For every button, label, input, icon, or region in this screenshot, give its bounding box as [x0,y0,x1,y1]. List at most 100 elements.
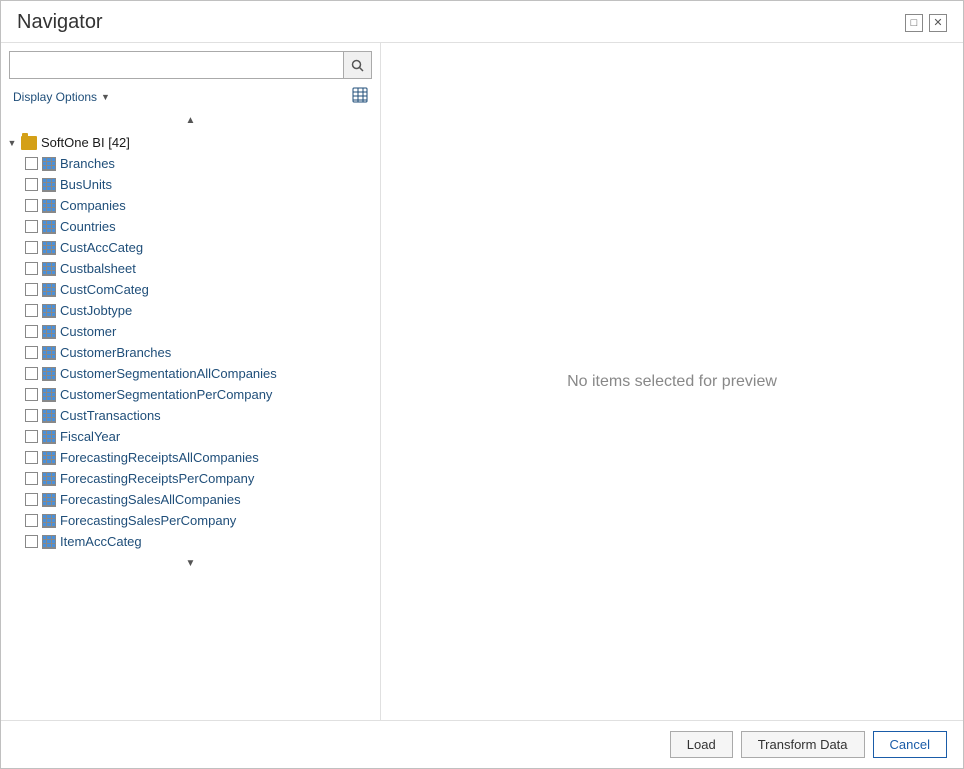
item-label: BusUnits [60,177,112,192]
table-icon [42,535,56,549]
list-item[interactable]: CustJobtype [1,300,380,321]
item-label: FiscalYear [60,429,120,444]
table-icon [42,199,56,213]
search-input[interactable] [10,54,343,77]
list-item[interactable]: CustomerBranches [1,342,380,363]
item-label: CustomerBranches [60,345,171,360]
item-checkbox[interactable] [25,451,38,464]
transform-data-button[interactable]: Transform Data [741,731,865,758]
table-icon [42,409,56,423]
item-label: ForecastingReceiptsAllCompanies [60,450,259,465]
list-item[interactable]: Branches [1,153,380,174]
list-item[interactable]: Custbalsheet [1,258,380,279]
table-icon [42,283,56,297]
display-options-label: Display Options [13,90,97,104]
item-checkbox[interactable] [25,304,38,317]
item-checkbox[interactable] [25,493,38,506]
navigator-dialog: Navigator □ ✕ Display Option [0,0,964,769]
item-checkbox[interactable] [25,220,38,233]
item-checkbox[interactable] [25,157,38,170]
item-checkbox[interactable] [25,388,38,401]
no-preview-text: No items selected for preview [567,373,777,391]
title-bar-controls: □ ✕ [905,14,947,32]
list-item[interactable]: ForecastingReceiptsPerCompany [1,468,380,489]
item-checkbox[interactable] [25,283,38,296]
list-item[interactable]: BusUnits [1,174,380,195]
item-checkbox[interactable] [25,514,38,527]
item-label: CustomerSegmentationAllCompanies [60,366,277,381]
list-item[interactable]: Customer [1,321,380,342]
title-bar: Navigator □ ✕ [1,1,963,42]
footer: Load Transform Data Cancel [1,720,963,768]
dropdown-arrow-icon: ▼ [101,92,110,102]
list-item[interactable]: ItemAccCateg [1,531,380,552]
maximize-button[interactable]: □ [905,14,923,32]
scroll-up-arrow[interactable]: ▲ [1,113,380,128]
table-icon [42,388,56,402]
item-label: CustTransactions [60,408,161,423]
list-item[interactable]: FiscalYear [1,426,380,447]
table-icon [42,430,56,444]
folder-icon [21,136,37,150]
item-checkbox[interactable] [25,346,38,359]
item-label: Custbalsheet [60,261,136,276]
table-icon [42,241,56,255]
list-item[interactable]: Companies [1,195,380,216]
item-checkbox[interactable] [25,178,38,191]
scroll-down-arrow[interactable]: ▼ [1,556,380,571]
dialog-title: Navigator [17,11,103,34]
table-icon [42,493,56,507]
item-label: Companies [60,198,126,213]
list-item[interactable]: ForecastingReceiptsAllCompanies [1,447,380,468]
item-checkbox[interactable] [25,367,38,380]
item-label: ForecastingReceiptsPerCompany [60,471,254,486]
list-item[interactable]: ForecastingSalesPerCompany [1,510,380,531]
item-checkbox[interactable] [25,472,38,485]
item-label: Customer [60,324,116,339]
search-bar [9,51,372,79]
item-label: CustAccCateg [60,240,143,255]
list-item[interactable]: CustComCateg [1,279,380,300]
list-item[interactable]: Countries [1,216,380,237]
item-label: ForecastingSalesPerCompany [60,513,236,528]
collapse-arrow-icon: ▼ [7,138,17,148]
table-icon [42,472,56,486]
table-view-icon [352,87,368,103]
item-checkbox[interactable] [25,409,38,422]
table-icon [42,304,56,318]
list-item[interactable]: CustomerSegmentationAllCompanies [1,363,380,384]
item-checkbox[interactable] [25,262,38,275]
load-button[interactable]: Load [670,731,733,758]
item-label: ItemAccCateg [60,534,142,549]
table-view-button[interactable] [348,85,372,109]
toolbar: Display Options ▼ [1,83,380,113]
list-item[interactable]: CustAccCateg [1,237,380,258]
tree-root-item[interactable]: ▼ SoftOne BI [42] [1,132,380,153]
close-button[interactable]: ✕ [929,14,947,32]
left-panel: Display Options ▼ ▲ [1,43,381,720]
table-icon [42,220,56,234]
cancel-button[interactable]: Cancel [873,731,947,758]
list-item[interactable]: CustTransactions [1,405,380,426]
list-item[interactable]: CustomerSegmentationPerCompany [1,384,380,405]
table-icon [42,178,56,192]
table-icon [42,451,56,465]
item-label: CustJobtype [60,303,132,318]
table-icon [42,262,56,276]
item-checkbox[interactable] [25,199,38,212]
table-icon [42,514,56,528]
item-checkbox[interactable] [25,535,38,548]
tree-container[interactable]: ▲ ▼ SoftOne BI [42] Branches [1,113,380,720]
list-item[interactable]: ForecastingSalesAllCompanies [1,489,380,510]
tree-root: ▼ SoftOne BI [42] Branches BusUnits [1,128,380,556]
table-icon [42,157,56,171]
search-icon [351,59,364,72]
search-button[interactable] [343,52,371,78]
item-label: CustomerSegmentationPerCompany [60,387,272,402]
item-checkbox[interactable] [25,241,38,254]
item-checkbox[interactable] [25,430,38,443]
display-options-button[interactable]: Display Options ▼ [9,88,114,106]
root-label: SoftOne BI [42] [41,135,130,150]
item-checkbox[interactable] [25,325,38,338]
table-icon [42,367,56,381]
